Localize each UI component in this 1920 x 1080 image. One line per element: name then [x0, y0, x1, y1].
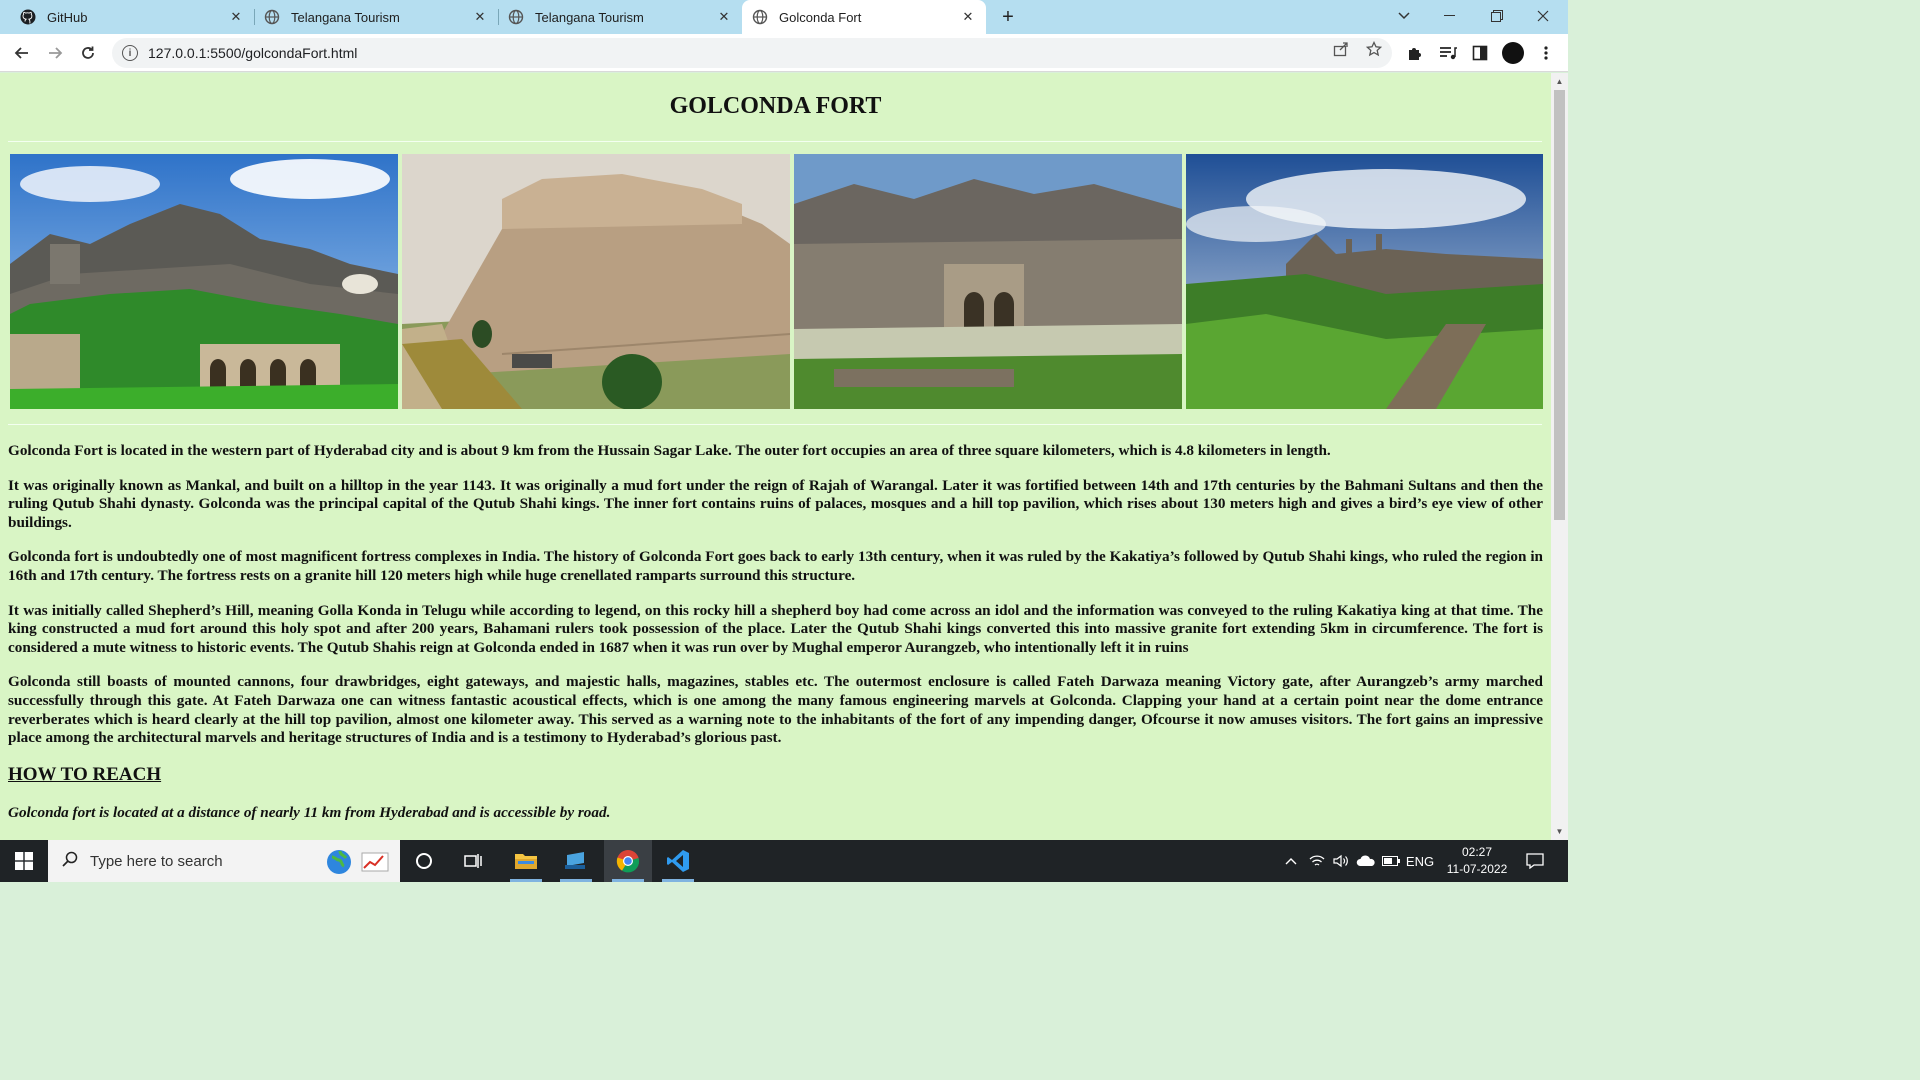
reload-button[interactable] — [74, 39, 102, 67]
tab-strip: GitHub ✕ Telangana Tourism ✕ Telangana T… — [0, 0, 1568, 34]
close-icon[interactable]: ✕ — [960, 9, 976, 25]
search-icon — [62, 851, 78, 872]
extensions-puzzle-icon[interactable] — [1405, 43, 1425, 63]
volume-icon[interactable] — [1330, 840, 1352, 882]
search-placeholder: Type here to search — [90, 852, 223, 870]
tab-title: Telangana Tourism — [291, 9, 400, 25]
scroll-up-arrow-icon[interactable]: ▲ — [1555, 77, 1564, 86]
url-text[interactable]: 127.0.0.1:5500/golcondaFort.html — [148, 45, 357, 61]
close-icon[interactable]: ✕ — [716, 9, 732, 25]
side-panel-icon[interactable] — [1470, 43, 1490, 63]
tab-title: GitHub — [47, 9, 88, 25]
clock-time: 02:27 — [1461, 845, 1493, 859]
fort-photo-2 — [402, 154, 790, 409]
taskbar-search[interactable]: Type here to search — [48, 840, 400, 882]
address-bar[interactable]: i 127.0.0.1:5500/golcondaFort.html — [112, 38, 1392, 68]
more-menu-icon[interactable] — [1536, 43, 1556, 63]
tab-title: Telangana Tourism — [535, 9, 644, 25]
article-body: Golconda Fort is located in the western … — [8, 442, 1543, 822]
divider — [8, 141, 1542, 142]
language-indicator[interactable]: ENG — [1404, 840, 1436, 882]
taskbar: Type here to search ENG 02:27 11-07-2022 — [0, 840, 1568, 882]
minimize-button[interactable] — [1427, 0, 1473, 32]
page-viewport: GOLCONDA FORT Golconda Fort is located i… — [0, 73, 1551, 840]
tab-github[interactable]: GitHub ✕ — [10, 0, 254, 34]
fort-photo-3 — [794, 154, 1182, 409]
system-clock[interactable]: 02:27 11-07-2022 — [1440, 844, 1514, 878]
paragraph-legend: It was initially called Shepherd’s Hill,… — [8, 601, 1543, 656]
file-explorer-icon[interactable] — [502, 840, 550, 882]
fort-photo-1 — [10, 154, 398, 409]
forward-button[interactable] — [41, 39, 69, 67]
windows-logo-icon — [15, 852, 33, 870]
globe-icon — [264, 9, 280, 25]
tray-overflow-chevron-icon[interactable] — [1281, 840, 1301, 882]
tab-telangana-tourism-1[interactable]: Telangana Tourism ✕ — [254, 0, 498, 34]
tab-search-chevron-icon[interactable] — [1381, 0, 1427, 32]
globe-icon — [508, 9, 524, 25]
media-queue-icon[interactable] — [1438, 43, 1458, 63]
network-icon[interactable] — [1306, 840, 1328, 882]
tab-title: Golconda Fort — [779, 9, 862, 25]
chart-widget-icon — [361, 850, 389, 877]
site-info-icon[interactable]: i — [122, 45, 138, 61]
restore-button[interactable] — [1474, 0, 1520, 32]
bookmark-star-icon[interactable] — [1365, 40, 1383, 58]
github-icon — [20, 9, 36, 25]
battery-icon[interactable] — [1380, 840, 1402, 882]
scroll-thumb[interactable] — [1554, 90, 1565, 520]
tab-golconda-fort[interactable]: Golconda Fort ✕ — [742, 0, 986, 34]
app-window-icon[interactable] — [552, 840, 600, 882]
vertical-scrollbar[interactable]: ▲ ▼ — [1551, 73, 1568, 840]
browser-toolbar: i 127.0.0.1:5500/golcondaFort.html — [0, 34, 1568, 72]
task-view-icon[interactable] — [450, 840, 498, 882]
profile-avatar[interactable] — [1502, 42, 1524, 64]
close-window-button[interactable] — [1520, 0, 1566, 32]
paragraph-features: Golconda still boasts of mounted cannons… — [8, 673, 1543, 747]
photo-gallery — [10, 154, 1543, 409]
new-tab-button[interactable]: + — [996, 5, 1020, 29]
notifications-icon[interactable] — [1522, 840, 1548, 882]
cortana-icon[interactable] — [400, 840, 448, 882]
tab-telangana-tourism-2[interactable]: Telangana Tourism ✕ — [498, 0, 742, 34]
how-to-reach-text: Golconda fort is located at a distance o… — [8, 803, 611, 821]
onedrive-cloud-icon[interactable] — [1354, 840, 1378, 882]
globe-icon — [752, 9, 768, 25]
share-icon[interactable] — [1332, 40, 1350, 58]
divider — [8, 424, 1542, 425]
back-button[interactable] — [8, 39, 36, 67]
vscode-icon[interactable] — [654, 840, 702, 882]
weather-globe-icon — [326, 849, 354, 880]
fort-photo-4 — [1186, 154, 1543, 409]
scroll-down-arrow-icon[interactable]: ▼ — [1555, 827, 1564, 836]
how-to-reach-heading: HOW TO REACH — [8, 763, 162, 785]
clock-date: 11-07-2022 — [1446, 862, 1508, 876]
close-icon[interactable]: ✕ — [472, 9, 488, 25]
page-title: GOLCONDA FORT — [669, 93, 882, 119]
paragraph-history: Golconda fort is undoubtedly one of most… — [8, 548, 1543, 584]
paragraph-origin: It was originally known as Mankal, and b… — [8, 476, 1543, 531]
start-button[interactable] — [0, 840, 48, 882]
close-icon[interactable]: ✕ — [228, 9, 244, 25]
chrome-icon[interactable] — [604, 840, 652, 882]
paragraph-location: Golconda Fort is located in the western … — [8, 442, 1331, 459]
